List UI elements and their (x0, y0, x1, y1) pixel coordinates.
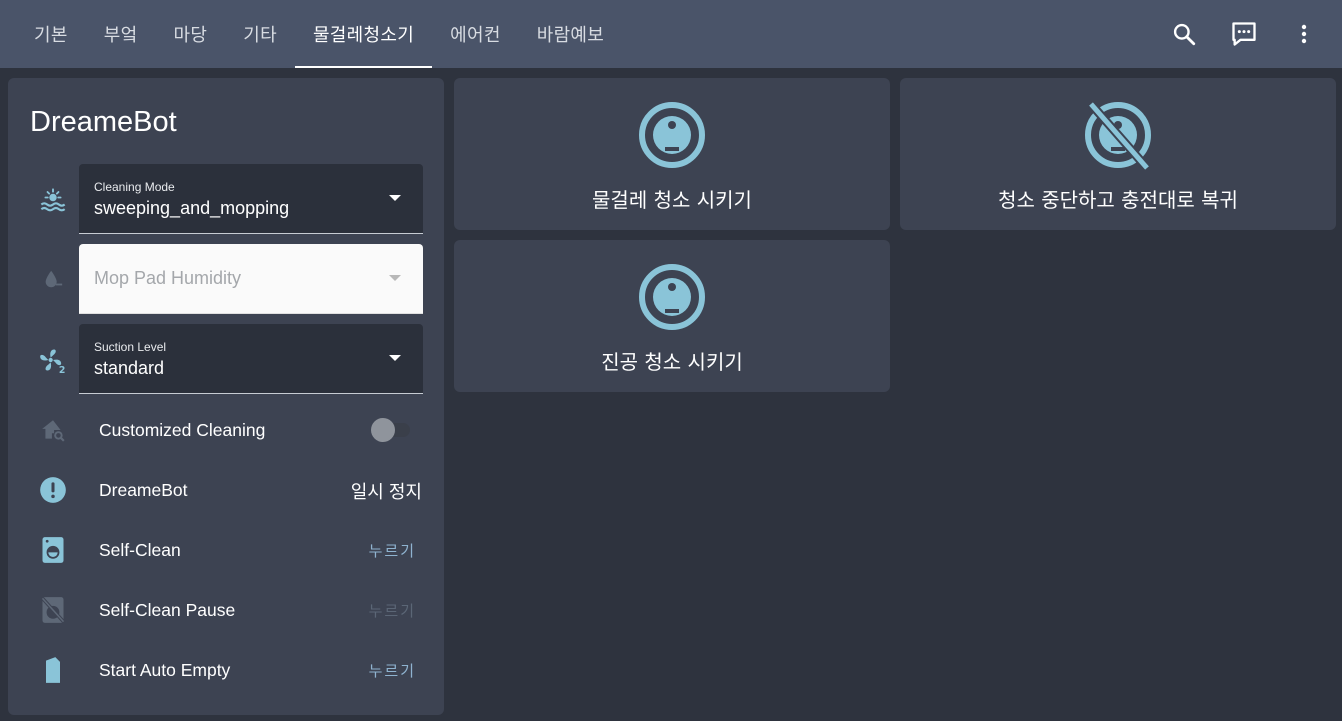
assist-button[interactable] (1224, 14, 1264, 54)
tab-basic[interactable]: 기본 (16, 0, 86, 68)
washing-machine-icon (38, 535, 68, 565)
return-to-dock-button[interactable]: 청소 중단하고 충전대로 복귀 (900, 78, 1336, 230)
robot-vacuum-icon (639, 102, 705, 168)
cleaning-mode-value: sweeping_and_mopping (94, 198, 290, 218)
suction-level-value: standard (94, 358, 165, 378)
tab-wind-forecast[interactable]: 바람예보 (519, 0, 622, 68)
chat-icon (1232, 22, 1256, 46)
self-clean-pause-name: Self-Clean Pause (99, 600, 236, 620)
tab-aircon[interactable]: 에어컨 (432, 0, 519, 68)
water-drop-icon (38, 264, 68, 294)
more-button[interactable] (1284, 14, 1324, 54)
auto-empty-press-button[interactable]: 누르기 (369, 660, 416, 681)
self-clean-press-button[interactable]: 누르기 (369, 540, 416, 561)
self-clean-name: Self-Clean (99, 540, 181, 560)
svg-text:2: 2 (59, 365, 65, 374)
home-search-icon (38, 415, 68, 445)
mop-clean-button[interactable]: 물걸레 청소 시키기 (454, 78, 890, 230)
header-actions (1164, 14, 1324, 54)
chevron-down-icon (389, 355, 401, 361)
status-state: 일시 정지 (350, 482, 422, 502)
tab-mop-robot[interactable]: 물걸레청소기 (294, 0, 433, 68)
search-button[interactable] (1164, 14, 1204, 54)
trash-can-icon (38, 655, 68, 685)
tab-yard[interactable]: 마당 (155, 0, 225, 68)
cleaning-mode-select[interactable]: Cleaning Mode sweeping_and_mopping (79, 164, 423, 234)
customized-cleaning-toggle[interactable] (370, 418, 416, 442)
chevron-down-icon (389, 275, 401, 281)
suction-level-select[interactable]: Suction Level standard (79, 324, 423, 394)
cleaning-mode-label: Cleaning Mode (94, 180, 175, 194)
vacuum-clean-label: 진공 청소 시키기 (601, 350, 743, 374)
return-to-dock-label: 청소 중단하고 충전대로 복귀 (998, 188, 1238, 212)
water-wave-icon (38, 186, 68, 216)
self-clean-pause-press-button[interactable]: 누르기 (369, 600, 416, 621)
alert-circle-icon (38, 475, 68, 505)
vacuum-clean-button[interactable]: 진공 청소 시키기 (454, 240, 890, 392)
status-name: DreameBot (99, 480, 188, 500)
robot-vacuum-icon (639, 264, 705, 330)
auto-empty-name: Start Auto Empty (99, 660, 231, 680)
toggle-thumb (371, 418, 395, 442)
app-header: 기본 부엌 마당 기타 물걸레청소기 에어컨 바람예보 (0, 0, 1342, 68)
mop-humidity-select[interactable]: Mop Pad Humidity (79, 244, 423, 314)
chevron-down-icon (389, 195, 401, 201)
fan-speed-icon: 2 (38, 345, 68, 375)
tab-kitchen[interactable]: 부엌 (86, 0, 156, 68)
card-title: DreameBot (30, 106, 177, 138)
customized-cleaning-name: Customized Cleaning (99, 420, 266, 440)
mop-humidity-placeholder: Mop Pad Humidity (94, 268, 242, 288)
mop-clean-label: 물걸레 청소 시키기 (592, 188, 752, 212)
washing-machine-off-icon (38, 595, 68, 625)
entities-card: DreameBot Cleaning Mode sweeping_and_mop… (8, 78, 444, 715)
search-icon (1173, 23, 1196, 46)
suction-level-label: Suction Level (94, 340, 167, 354)
more-vert-icon (1301, 24, 1307, 44)
view-tabs: 기본 부엌 마당 기타 물걸레청소기 에어컨 바람예보 (16, 0, 622, 68)
robot-vacuum-off-icon (1085, 101, 1151, 170)
tab-etc[interactable]: 기타 (225, 0, 295, 68)
